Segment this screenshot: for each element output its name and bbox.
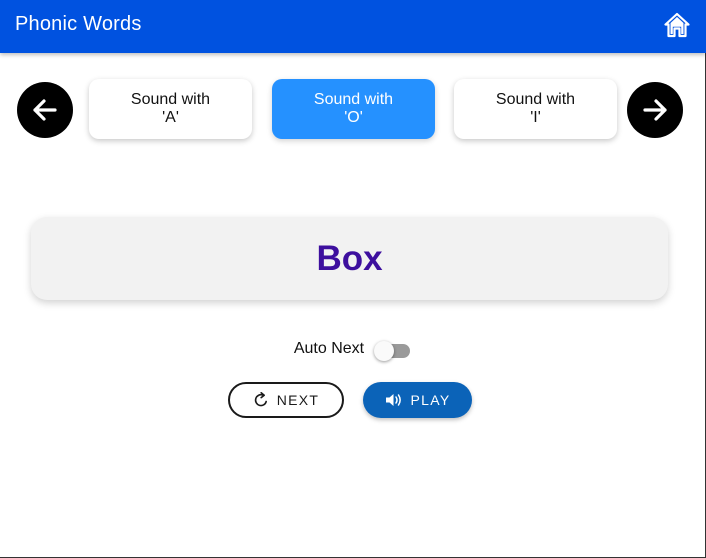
play-button-label: PLAY: [410, 392, 451, 408]
auto-next-toggle[interactable]: [374, 339, 411, 361]
toggle-thumb: [374, 341, 395, 361]
home-button[interactable]: [664, 12, 690, 38]
tab-sound-a[interactable]: Sound with 'A': [89, 79, 252, 139]
speaker-icon: [385, 392, 403, 408]
tab-label-line1: Sound with: [495, 91, 576, 108]
play-button[interactable]: PLAY: [363, 382, 472, 418]
app-title: Phonic Words: [15, 13, 142, 35]
next-button[interactable]: NEXT: [228, 382, 344, 418]
tab-label-line1: Sound with: [313, 91, 394, 108]
current-word: Box: [316, 238, 383, 278]
refresh-icon: [253, 392, 269, 408]
tab-sound-i[interactable]: Sound with 'I': [454, 79, 617, 139]
tab-label-line2: 'I': [530, 109, 541, 126]
tab-sound-o[interactable]: Sound with 'O': [272, 79, 435, 139]
arrow-right-icon: [643, 99, 667, 121]
tab-label-line1: Sound with: [130, 91, 211, 108]
next-button-label: NEXT: [276, 392, 320, 408]
word-card: Box: [31, 217, 668, 300]
tab-label-line2: 'A': [162, 109, 179, 126]
app-window: Phonic Words Sound with 'A' Sound with '…: [0, 0, 706, 558]
arrow-left-icon: [33, 99, 57, 121]
tab-label-line2: 'O': [344, 109, 363, 126]
next-sound-button[interactable]: [627, 82, 683, 138]
auto-next-row: Auto Next: [0, 337, 706, 361]
auto-next-label: Auto Next: [293, 340, 365, 357]
home-icon: [664, 12, 690, 38]
previous-sound-button[interactable]: [17, 82, 73, 138]
top-app-bar: Phonic Words: [0, 0, 706, 53]
